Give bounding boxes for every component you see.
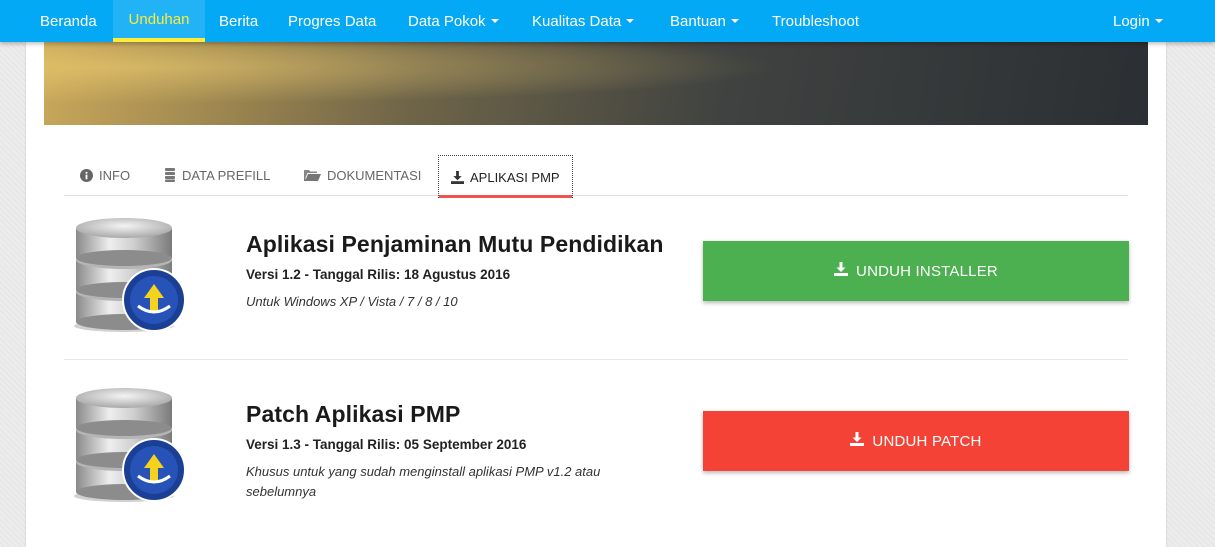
tab-dokumentasi[interactable]: DOKUMENTASI <box>292 155 433 195</box>
download-tabs: INFO DATA PREFILL DOKUMENTASI APLIKASI P… <box>64 155 1128 198</box>
download-icon <box>451 170 464 184</box>
tab-label: DATA PREFILL <box>182 167 271 183</box>
top-navbar: Beranda Unduhan Berita Progres Data Data… <box>0 0 1215 42</box>
tab-label: INFO <box>99 167 131 183</box>
button-label: UNDUH PATCH <box>872 432 982 450</box>
folder-open-icon <box>304 169 321 182</box>
caret-down-icon <box>490 19 499 23</box>
app-title: Aplikasi Penjaminan Mutu Pendidikan <box>246 231 664 257</box>
app-title: Patch Aplikasi PMP <box>246 401 461 427</box>
nav-item-beranda[interactable]: Beranda <box>26 0 111 42</box>
nav-item-troubleshoot[interactable]: Troubleshoot <box>758 0 873 42</box>
database-server-icon <box>66 384 186 504</box>
tab-label: DOKUMENTASI <box>327 167 422 183</box>
download-icon <box>834 262 849 280</box>
app-version: Versi 1.2 - Tanggal Rilis: 18 Agustus 20… <box>246 267 511 282</box>
nav-item-kualitas-data[interactable]: Kualitas Data <box>518 0 648 42</box>
nav-item-data-pokok[interactable]: Data Pokok <box>394 0 513 42</box>
nav-label: Data Pokok <box>408 12 486 30</box>
nav-item-unduhan[interactable]: Unduhan <box>113 0 205 42</box>
download-installer-button[interactable]: UNDUH INSTALLER <box>703 241 1129 301</box>
nav-label: Troubleshoot <box>772 12 859 30</box>
app-note: Untuk Windows XP / Vista / 7 / 8 / 10 <box>246 294 458 309</box>
tab-data-prefill[interactable]: DATA PREFILL <box>152 155 282 195</box>
button-label: UNDUH INSTALLER <box>856 262 998 280</box>
nav-label: Beranda <box>40 12 97 30</box>
caret-down-icon <box>730 19 739 23</box>
nav-item-bantuan[interactable]: Bantuan <box>656 0 753 42</box>
login-label: Login <box>1113 12 1150 30</box>
tab-label: APLIKASI PMP <box>470 169 560 185</box>
nav-item-progres-data[interactable]: Progres Data <box>274 0 390 42</box>
nav-item-berita[interactable]: Berita <box>205 0 272 42</box>
caret-down-icon <box>1154 19 1163 23</box>
database-server-icon <box>66 214 186 334</box>
database-icon <box>164 168 176 182</box>
header-banner-image <box>44 42 1148 125</box>
nav-label: Berita <box>219 12 259 30</box>
row-divider <box>64 359 1128 360</box>
app-note: Khusus untuk yang sudah menginstall apli… <box>246 464 601 499</box>
info-circle-icon <box>80 168 93 182</box>
nav-label: Progres Data <box>288 12 377 30</box>
nav-label: Bantuan <box>670 12 726 30</box>
caret-down-icon <box>626 19 635 23</box>
nav-label: Unduhan <box>128 10 190 28</box>
app-version: Versi 1.3 - Tanggal Rilis: 05 September … <box>246 437 527 452</box>
download-icon <box>850 432 865 450</box>
tab-aplikasi-pmp[interactable]: APLIKASI PMP <box>438 155 573 198</box>
tab-info[interactable]: INFO <box>68 155 142 195</box>
login-menu[interactable]: Login <box>1099 0 1177 42</box>
nav-label: Kualitas Data <box>532 12 622 30</box>
download-patch-button[interactable]: UNDUH PATCH <box>703 411 1129 471</box>
